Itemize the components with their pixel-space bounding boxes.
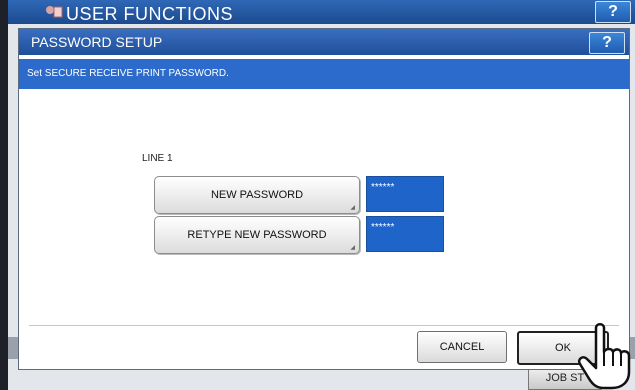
pointing-hand-cursor-icon (578, 323, 631, 390)
dialog-titlebar: PASSWORD SETUP ? (19, 29, 629, 55)
retype-password-field[interactable]: ****** (366, 216, 444, 252)
app-title: USER FUNCTIONS (66, 4, 234, 24)
new-password-button[interactable]: NEW PASSWORD ◢ (154, 176, 360, 214)
app-help-button[interactable]: ? (595, 1, 631, 23)
app-header: USER FUNCTIONS ? (8, 0, 635, 24)
user-functions-logo-icon (46, 6, 63, 18)
retype-new-password-label: RETYPE NEW PASSWORD (187, 229, 327, 241)
corner-arrow-icon: ◢ (350, 245, 355, 251)
dialog-message-bar: Set SECURE RECEIVE PRINT PASSWORD. (19, 59, 629, 89)
cancel-button[interactable]: CANCEL (417, 331, 507, 363)
retype-new-password-button[interactable]: RETYPE NEW PASSWORD ◢ (154, 216, 360, 254)
corner-arrow-icon: ◢ (350, 205, 355, 211)
password-setup-dialog: PASSWORD SETUP ? Set SECURE RECEIVE PRIN… (18, 28, 630, 370)
dialog-message: Set SECURE RECEIVE PRINT PASSWORD. (27, 68, 229, 79)
new-password-field[interactable]: ****** (366, 176, 444, 212)
dialog-help-button[interactable]: ? (589, 32, 625, 54)
dialog-title: PASSWORD SETUP (31, 34, 163, 50)
divider (29, 325, 619, 326)
line-label: LINE 1 (142, 153, 173, 164)
new-password-label: NEW PASSWORD (210, 189, 304, 201)
